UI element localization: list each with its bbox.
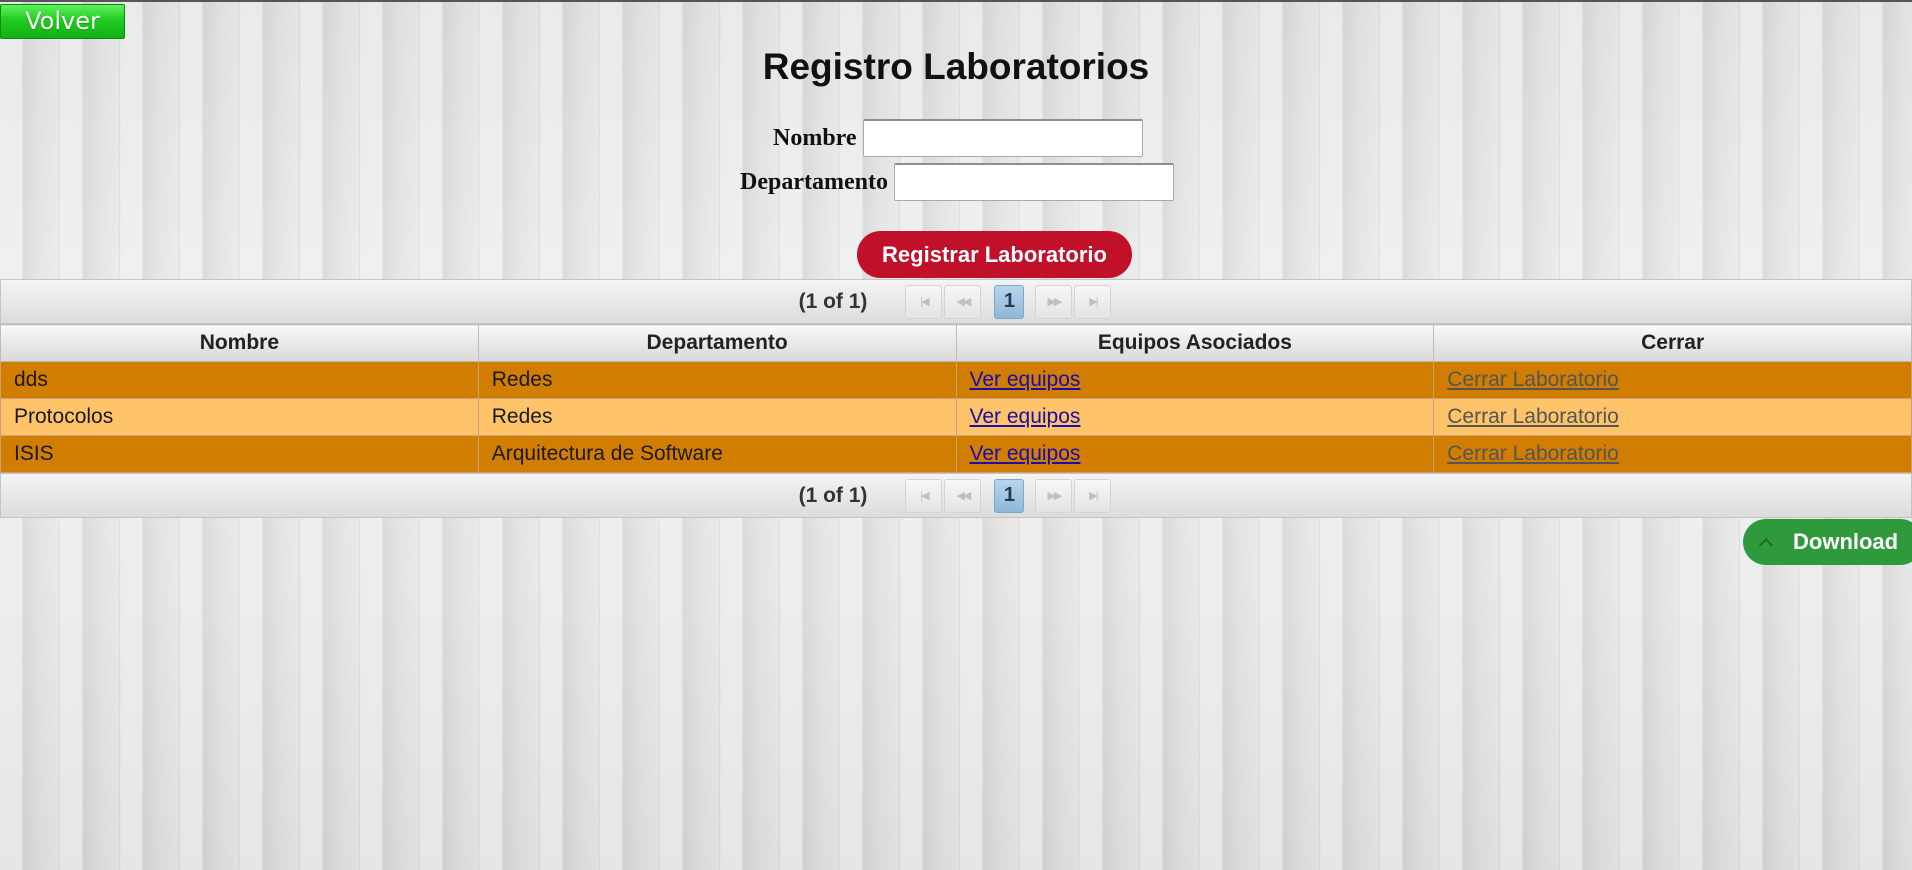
column-header-nombre[interactable]: Nombre [0,324,479,362]
last-page-icon[interactable]: ▶| [1074,478,1112,513]
table-row: ISIS Arquitectura de Software Ver equipo… [0,435,1912,473]
departamento-input[interactable] [893,163,1174,201]
cell-departamento: Arquitectura de Software [477,435,957,473]
column-header-cerrar[interactable]: Cerrar [1433,324,1912,362]
ver-equipos-link[interactable]: Ver equipos [970,368,1081,391]
header-row: Nombre Departamento Equipos Asociados Ce… [0,324,1912,362]
back-button[interactable]: Volver [0,4,125,39]
prev-page-icon[interactable]: ◀◀ [944,478,982,513]
cell-nombre: ISIS [0,435,479,473]
cerrar-laboratorio-link[interactable]: Cerrar Laboratorio [1447,368,1619,391]
cell-cerrar: Cerrar Laboratorio [1433,435,1912,473]
page-number-button[interactable]: 1 [994,284,1025,319]
cell-departamento: Redes [477,361,957,399]
page-number-button[interactable]: 1 [994,478,1025,513]
column-header-equipos[interactable]: Equipos Asociados [955,324,1435,362]
cell-cerrar: Cerrar Laboratorio [1433,361,1912,399]
cell-nombre: dds [0,361,479,399]
cell-equipos: Ver equipos [955,398,1435,436]
nombre-row: Nombre [773,119,1143,157]
download-label: Download [1793,529,1899,554]
page-report: (1 of 1) [798,483,868,507]
page-report: (1 of 1) [798,289,868,313]
cell-equipos: Ver equipos [955,435,1435,473]
nombre-input[interactable] [862,119,1143,157]
prev-page-icon[interactable]: ◀◀ [944,284,982,319]
register-laboratorio-button[interactable]: Registrar Laboratorio [857,231,1132,278]
column-header-departamento[interactable]: Departamento [477,324,957,362]
table-row: Protocolos Redes Ver equipos Cerrar Labo… [0,398,1912,436]
paginator-bottom: (1 of 1) |◀ ◀◀ 1 ▶▶ ▶| [0,473,1912,518]
data-grid: Nombre Departamento Equipos Asociados Ce… [0,324,1912,473]
download-button[interactable]: Download [1743,519,1912,565]
cerrar-laboratorio-link[interactable]: Cerrar Laboratorio [1447,405,1619,428]
cell-departamento: Redes [477,398,957,436]
last-page-icon[interactable]: ▶| [1074,284,1112,319]
departamento-label: Departamento [740,168,888,195]
laboratorios-table: (1 of 1) |◀ ◀◀ 1 ▶▶ ▶| Nombre Departamen… [0,279,1912,518]
cell-cerrar: Cerrar Laboratorio [1433,398,1912,436]
paginator-top: (1 of 1) |◀ ◀◀ 1 ▶▶ ▶| [0,279,1912,324]
cerrar-laboratorio-link[interactable]: Cerrar Laboratorio [1447,442,1619,465]
page-title: Registro Laboratorios [762,46,1150,87]
cell-nombre: Protocolos [0,398,479,436]
ver-equipos-link[interactable]: Ver equipos [970,442,1081,465]
next-page-icon[interactable]: ▶▶ [1035,284,1073,319]
cell-equipos: Ver equipos [955,361,1435,399]
chevron-up-icon [1758,537,1774,553]
ver-equipos-link[interactable]: Ver equipos [970,405,1081,428]
nombre-label: Nombre [773,124,857,151]
departamento-row: Departamento [740,163,1174,201]
table-row: dds Redes Ver equipos Cerrar Laboratorio [0,361,1912,399]
first-page-icon[interactable]: |◀ [905,284,943,319]
next-page-icon[interactable]: ▶▶ [1035,478,1073,513]
first-page-icon[interactable]: |◀ [905,478,943,513]
